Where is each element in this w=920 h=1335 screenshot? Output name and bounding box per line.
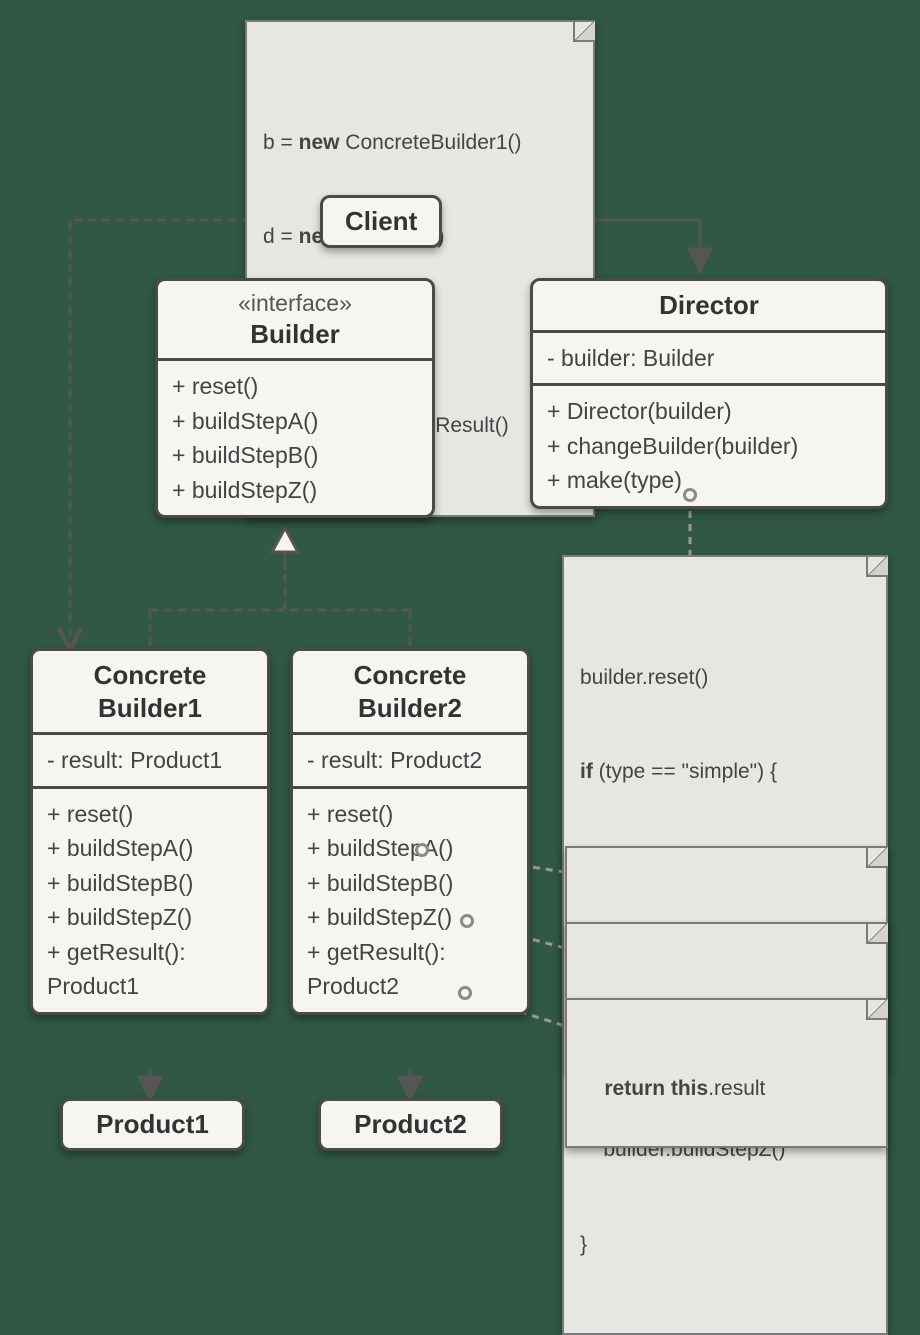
note-dogear-icon xyxy=(866,555,888,577)
product1-class: Product1 xyxy=(60,1098,245,1151)
concrete-builder2-class: Concrete Builder2 - result: Product2 + r… xyxy=(290,648,530,1015)
director-name: Director xyxy=(659,290,759,320)
product2-label: Product2 xyxy=(354,1109,467,1139)
note-dogear-icon xyxy=(866,846,888,868)
director-class: Director - builder: Builder + Director(b… xyxy=(530,278,888,509)
getresult-lollipop-icon xyxy=(458,986,472,1000)
director-methods: + Director(builder) + changeBuilder(buil… xyxy=(533,383,885,506)
getresult-note: return this.result xyxy=(565,998,888,1148)
builder-methods: + reset() + buildStepA() + buildStepB() … xyxy=(158,358,432,515)
cb1-attrs: - result: Product1 xyxy=(33,732,267,786)
director-attrs: - builder: Builder xyxy=(533,330,885,384)
note-dogear-icon xyxy=(866,998,888,1020)
client-class: Client xyxy=(320,195,442,248)
cb1-methods: + reset() + buildStepA() + buildStepB() … xyxy=(33,786,267,1012)
make-lollipop-icon xyxy=(683,488,697,502)
reset-lollipop-icon xyxy=(415,843,429,857)
cb2-methods: + reset() + buildStepA() + buildStepB() … xyxy=(293,786,527,1012)
product2-class: Product2 xyxy=(318,1098,503,1151)
cb2-name-line2: Builder2 xyxy=(358,693,462,723)
cb2-name-line1: Concrete xyxy=(354,660,467,690)
product1-label: Product1 xyxy=(96,1109,209,1139)
note-dogear-icon xyxy=(866,922,888,944)
builder-interface: «interface» Builder + reset() + buildSte… xyxy=(155,278,435,518)
buildstepb-lollipop-icon xyxy=(460,914,474,928)
note-dogear-icon xyxy=(573,20,595,42)
cb1-name-line1: Concrete xyxy=(94,660,207,690)
builder-stereotype: «interface» xyxy=(172,289,418,318)
client-label: Client xyxy=(345,206,417,236)
cb1-name-line2: Builder1 xyxy=(98,693,202,723)
concrete-builder1-class: Concrete Builder1 - result: Product1 + r… xyxy=(30,648,270,1015)
builder-name: Builder xyxy=(250,319,340,349)
cb2-attrs: - result: Product2 xyxy=(293,732,527,786)
